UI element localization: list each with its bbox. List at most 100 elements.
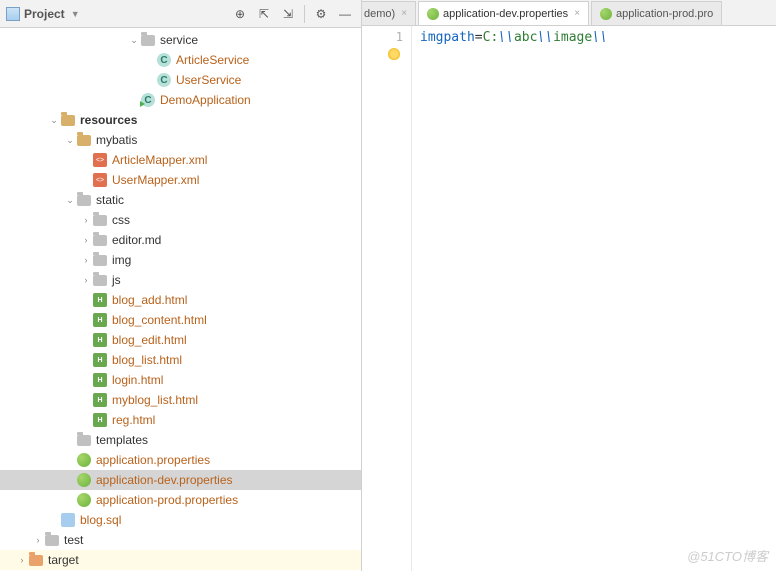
dropdown-icon[interactable]: ▼	[71, 9, 80, 19]
chevron-down-icon[interactable]: ⌄	[64, 195, 76, 206]
tree-label: UserService	[176, 73, 241, 87]
chevron-right-icon[interactable]: ›	[80, 235, 92, 245]
tree-node[interactable]: ·<>ArticleMapper.xml	[0, 150, 361, 170]
folder-icon	[44, 532, 60, 548]
chevron-down-icon[interactable]: ⌄	[128, 35, 140, 46]
tree-label: login.html	[112, 373, 163, 387]
tree-label: blog_edit.html	[112, 333, 187, 347]
tree-label: myblog_list.html	[112, 393, 198, 407]
locate-icon[interactable]: ⊕	[230, 4, 250, 24]
tree-node[interactable]: ›target	[0, 550, 361, 570]
tree-label: templates	[96, 433, 148, 447]
runnable-class-icon: C	[140, 92, 156, 108]
tree-node[interactable]: ›js	[0, 270, 361, 290]
tree-node[interactable]: ·Hblog_edit.html	[0, 330, 361, 350]
sql-icon	[60, 512, 76, 528]
gear-icon[interactable]: ⚙	[311, 4, 331, 24]
tree-node[interactable]: ⌄ mybatis	[0, 130, 361, 150]
tree-node[interactable]: ·CUserService	[0, 70, 361, 90]
tree-node[interactable]: ·Hreg.html	[0, 410, 361, 430]
tree-label: blog_content.html	[112, 313, 207, 327]
tree-node[interactable]: ·Hlogin.html	[0, 370, 361, 390]
editor-tab[interactable]: application-dev.properties ×	[418, 1, 589, 25]
tree-node[interactable]: ›img	[0, 250, 361, 270]
tree-node[interactable]: › test	[0, 530, 361, 550]
tab-label: application-dev.properties	[443, 8, 568, 20]
tree-label: application-dev.properties	[96, 473, 233, 487]
tree-node[interactable]: ⌄ service	[0, 30, 361, 50]
class-icon: C	[156, 72, 172, 88]
html-icon: H	[92, 352, 108, 368]
value-seg: abc	[514, 30, 537, 45]
tree-node[interactable]: ·Hblog_add.html	[0, 290, 361, 310]
folder-icon	[76, 432, 92, 448]
folder-icon	[92, 272, 108, 288]
html-icon: H	[92, 392, 108, 408]
tree-label: DemoApplication	[160, 93, 251, 107]
xml-icon: <>	[92, 152, 108, 168]
tab-label: application-prod.pro	[616, 8, 713, 20]
tree-node[interactable]: ·templates	[0, 430, 361, 450]
tree-node[interactable]: ·application-prod.properties	[0, 490, 361, 510]
tree-node[interactable]: ·blog.sql	[0, 510, 361, 530]
tree-label: css	[112, 213, 130, 227]
tree-label: blog.sql	[80, 513, 121, 527]
html-icon: H	[92, 332, 108, 348]
chevron-right-icon[interactable]: ›	[80, 215, 92, 225]
folder-icon	[28, 552, 44, 568]
intention-bulb-icon[interactable]	[388, 48, 400, 60]
tree-node[interactable]: ·CDemoApplication	[0, 90, 361, 110]
tree-label: ArticleService	[176, 53, 249, 67]
editor-tab[interactable]: application-prod.pro	[591, 1, 722, 25]
value-sep: \\	[592, 30, 608, 45]
tree-label: service	[160, 33, 198, 47]
tree-node[interactable]: ⌄static	[0, 190, 361, 210]
tree-node[interactable]: ·CArticleService	[0, 50, 361, 70]
folder-icon	[76, 192, 92, 208]
minimize-icon[interactable]: —	[335, 4, 355, 24]
tree-node[interactable]: ·Hblog_list.html	[0, 350, 361, 370]
chevron-right-icon[interactable]: ›	[80, 275, 92, 285]
close-icon[interactable]: ×	[574, 8, 580, 19]
editor-panel: demo)×application-dev.properties×applica…	[362, 0, 776, 571]
tree-node[interactable]: › css	[0, 210, 361, 230]
code-editor[interactable]: 1 imgpath=C:\\abc\\image\\	[362, 26, 776, 571]
tree-label: reg.html	[112, 413, 155, 427]
html-icon: H	[92, 372, 108, 388]
tree-node[interactable]: ·<>UserMapper.xml	[0, 170, 361, 190]
chevron-right-icon[interactable]: ›	[32, 535, 44, 545]
tree-node[interactable]: ·application.properties	[0, 450, 361, 470]
tree-label: application-prod.properties	[96, 493, 238, 507]
close-icon[interactable]: ×	[401, 8, 407, 19]
chevron-down-icon[interactable]: ⌄	[48, 115, 60, 126]
tree-label: editor.md	[112, 233, 161, 247]
code-area[interactable]: imgpath=C:\\abc\\image\\	[412, 26, 776, 571]
editor-tab[interactable]: demo) ×	[362, 1, 416, 25]
value-drive: C:	[483, 30, 499, 45]
expand-all-icon[interactable]: ⇱	[254, 4, 274, 24]
tree-node[interactable]: ⌄resources	[0, 110, 361, 130]
folder-icon	[92, 212, 108, 228]
tree-label: blog_list.html	[112, 353, 182, 367]
html-icon: H	[92, 312, 108, 328]
tab-label: demo)	[364, 8, 395, 20]
chevron-right-icon[interactable]: ›	[16, 555, 28, 565]
project-header: Project ▼ ⊕ ⇱ ⇲ ⚙ —	[0, 0, 361, 28]
tree-label: mybatis	[96, 133, 137, 147]
tree-node[interactable]: ·Hblog_content.html	[0, 310, 361, 330]
folder-icon	[140, 32, 156, 48]
value-sep: \\	[498, 30, 514, 45]
tree-label: test	[64, 533, 83, 547]
tree-node[interactable]: ·Hmyblog_list.html	[0, 390, 361, 410]
project-title[interactable]: Project	[24, 7, 65, 21]
tree-label: blog_add.html	[112, 293, 187, 307]
project-tree[interactable]: ⌄service·CArticleService·CUserService·CD…	[0, 28, 361, 571]
chevron-down-icon[interactable]: ⌄	[64, 135, 76, 146]
property-key: imgpath	[420, 30, 475, 45]
tree-node[interactable]: ·application-dev.properties	[0, 470, 361, 490]
tree-node[interactable]: › editor.md	[0, 230, 361, 250]
spring-icon	[76, 452, 92, 468]
collapse-all-icon[interactable]: ⇲	[278, 4, 298, 24]
editor-tabs: demo)×application-dev.properties×applica…	[362, 0, 776, 26]
chevron-right-icon[interactable]: ›	[80, 255, 92, 265]
